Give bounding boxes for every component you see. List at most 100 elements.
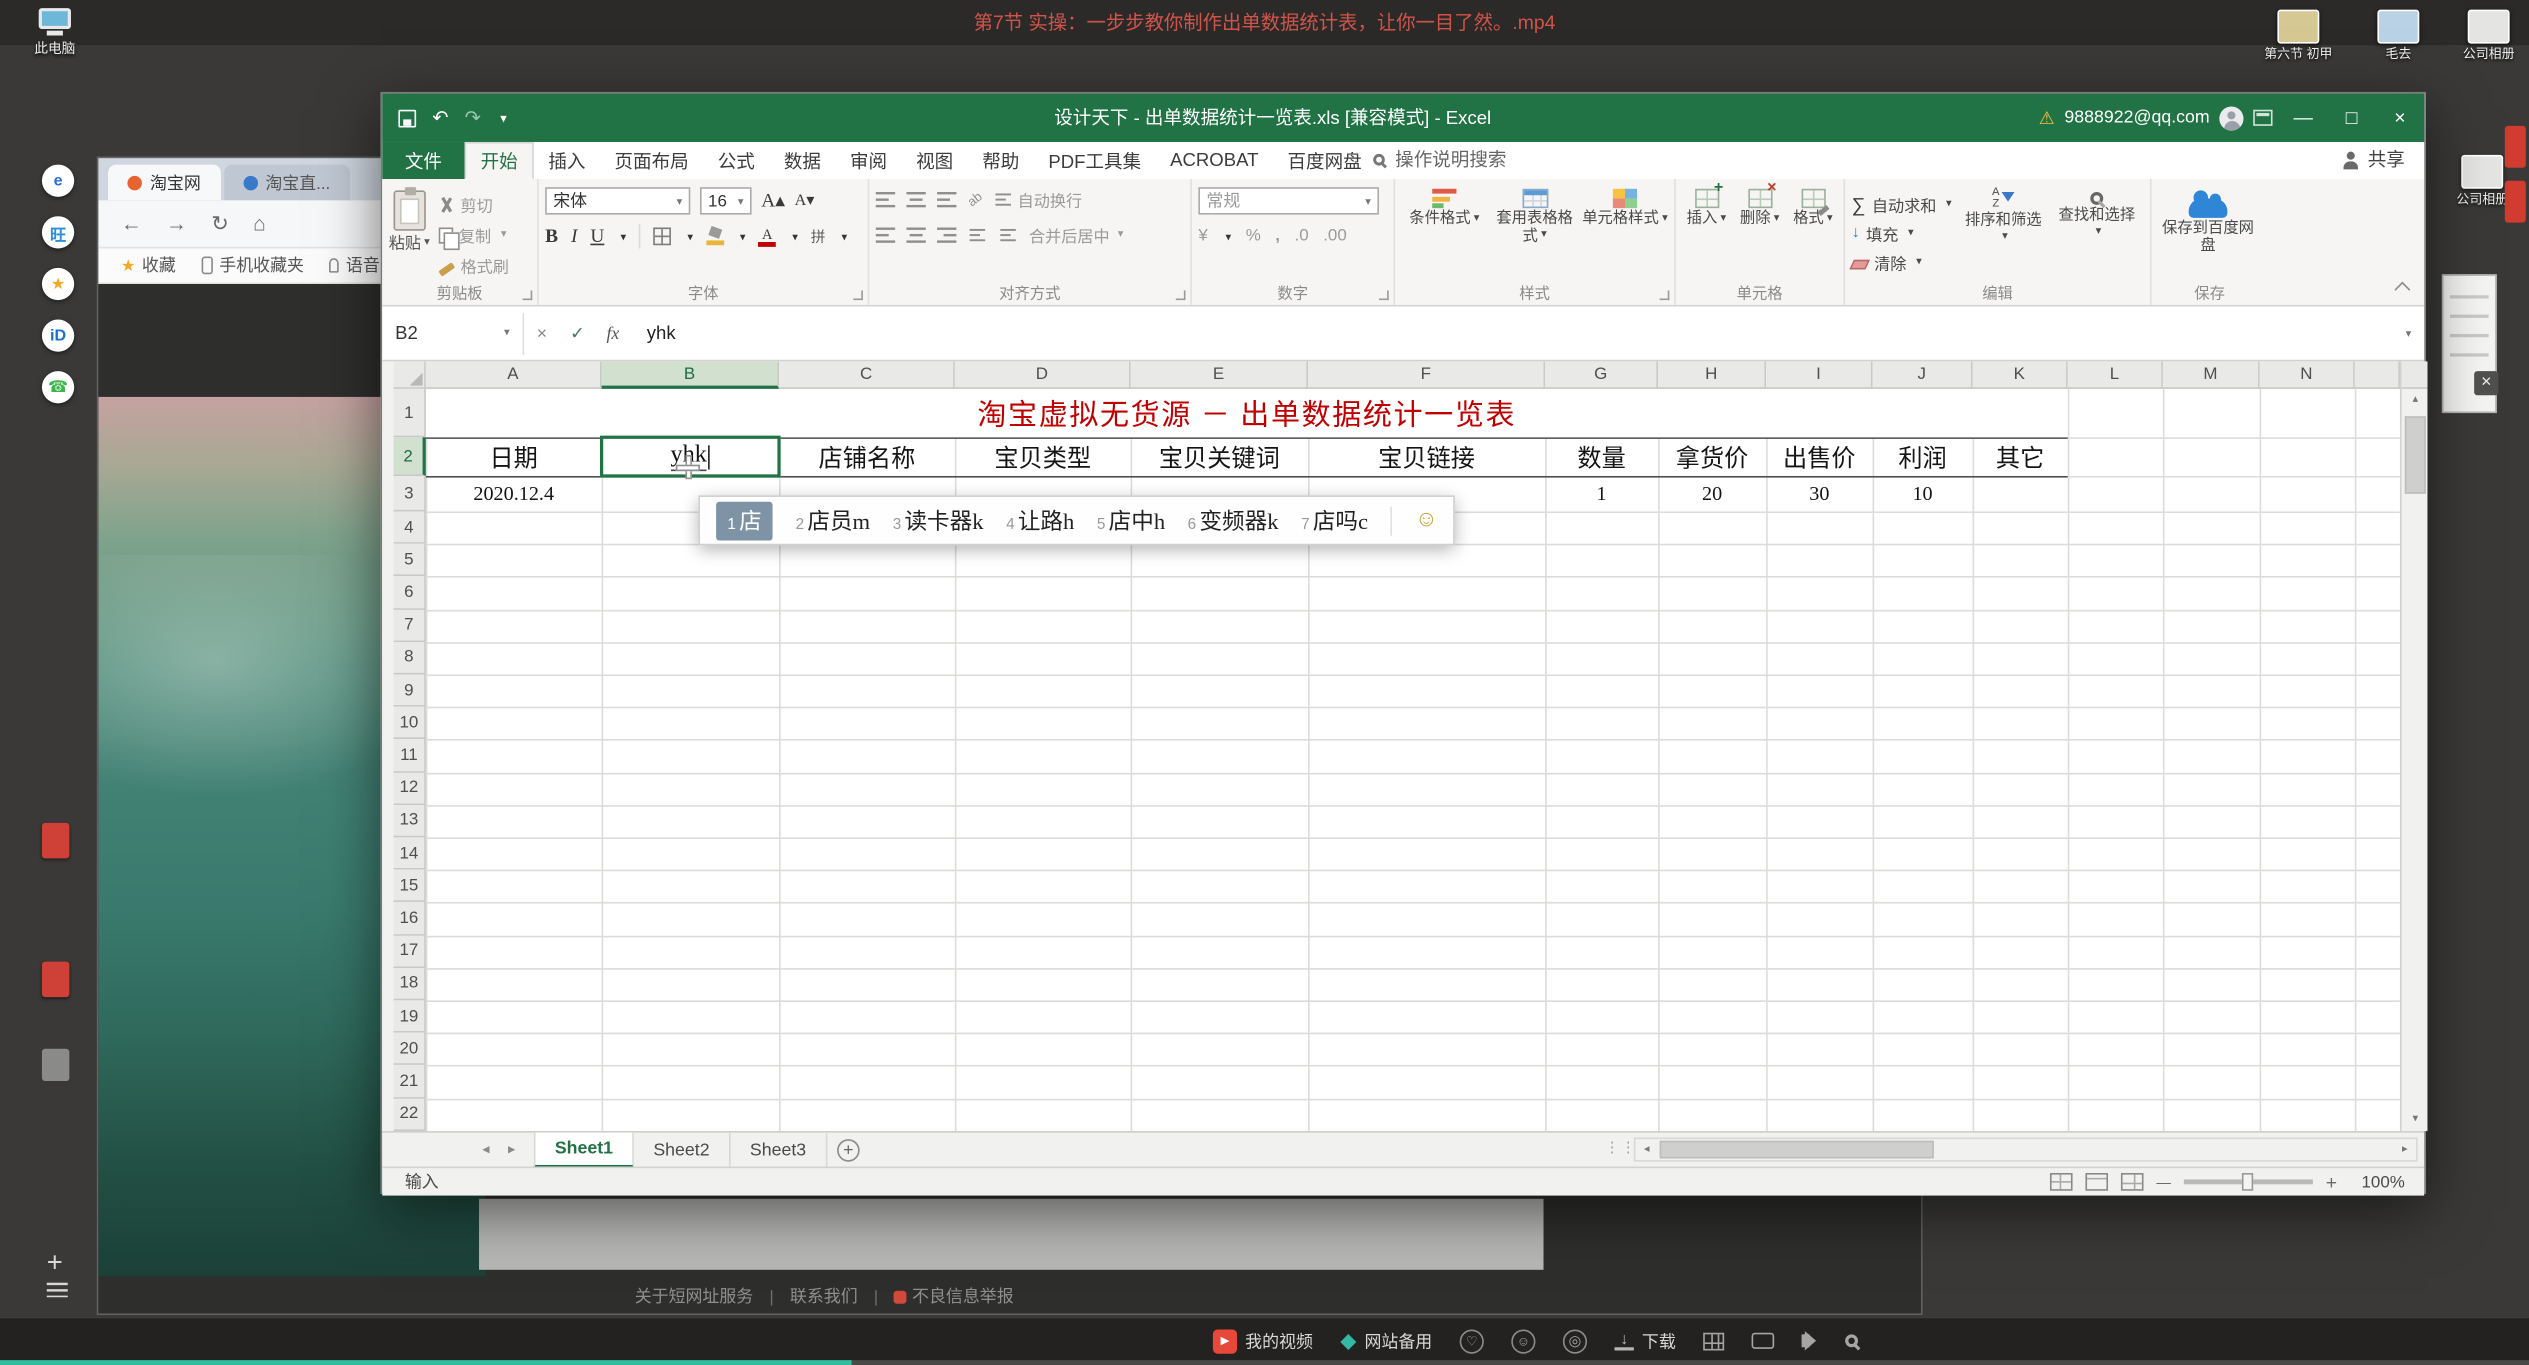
vertical-scroll-thumb[interactable] [2405,416,2426,493]
desktop-icon-0[interactable]: 第六节 初甲 [2255,10,2342,62]
qat-customize-icon[interactable] [497,106,507,129]
font-color-icon[interactable]: A [758,227,776,246]
tab-splitter-icon[interactable] [1605,1139,1637,1157]
share-button[interactable]: 共享 [2342,147,2405,173]
dialog-launcher-icon[interactable] [853,290,863,300]
desktop-icon-this-pc[interactable]: 此电脑 [19,8,90,58]
conditional-formatting-button[interactable]: 条件格式 [1402,187,1488,284]
bookmark-item[interactable]: 手机收藏夹 [202,253,304,277]
fill-color-icon[interactable] [706,228,724,246]
sheet-tab-Sheet2[interactable]: Sheet2 [634,1133,731,1168]
ime-candidate-2[interactable]: 2店员m [796,504,870,536]
browser-tab-taobao-live[interactable]: 淘宝直... [223,165,349,200]
sort-filter-button[interactable]: 排序和筛选 [1961,187,2045,284]
ime-candidate-1[interactable]: 1店 [716,501,773,540]
format-as-table-button[interactable]: 套用表格格式 [1490,187,1579,284]
ime-candidate-5[interactable]: 5店中h [1097,504,1165,536]
column-header-K[interactable]: K [1973,361,2068,388]
font-color-dropdown-icon[interactable] [789,225,798,248]
phonetic-guide-icon[interactable]: 拼 [811,226,826,247]
red-app-icon[interactable] [42,962,69,997]
undo-icon[interactable]: ↶ [432,106,448,129]
zoom-in-icon[interactable] [2326,1171,2337,1194]
ribbon-tab-视图[interactable]: 视图 [902,142,968,179]
column-header-M[interactable]: M [2163,361,2260,388]
accounting-format-icon[interactable]: ¥ [1198,226,1207,245]
ribbon-tab-ACROBAT[interactable]: ACROBAT [1156,142,1273,179]
desktop-icon-2[interactable]: 公司相册 [2445,10,2529,62]
borders-icon[interactable] [654,228,672,246]
column-header-N[interactable]: N [2260,361,2355,388]
align-left-icon[interactable] [876,226,895,244]
zoom-out-icon[interactable] [2156,1172,2171,1191]
normal-view-icon[interactable] [2050,1173,2073,1191]
insert-function-icon[interactable]: fx [595,324,630,343]
column-header-A[interactable]: A [426,361,602,388]
menu-icon[interactable] [47,1283,68,1298]
red-badge-icon[interactable] [2505,126,2526,168]
player-grid-button[interactable] [1703,1332,1724,1350]
header-cell-E2[interactable]: 宝贝关键词 [1131,437,1308,476]
cut-button[interactable]: 剪切 [438,192,509,216]
wangwang-icon[interactable]: 旺 [42,216,74,248]
forward-icon[interactable]: → [166,211,187,235]
footer-link[interactable]: 联系我们 [790,1284,858,1308]
browser-tab-taobao[interactable]: 淘宝网 [108,165,220,200]
excel-titlebar[interactable]: ↶ ↷ 设计天下 - 出单数据统计一览表.xls [兼容模式] - Excel … [382,94,2424,142]
formula-expand-icon[interactable] [2402,322,2411,345]
accounting-dropdown-icon[interactable] [1222,224,1231,247]
ribbon-tab-公式[interactable]: 公式 [703,142,769,179]
header-cell-C2[interactable]: 店铺名称 [779,437,955,476]
video-progress-track[interactable] [0,1360,2529,1365]
fill-color-dropdown-icon[interactable] [737,225,746,248]
ribbon-tab-页面布局[interactable]: 页面布局 [600,142,703,179]
sheet-tab-Sheet1[interactable]: Sheet1 [534,1133,634,1168]
scroll-down-icon[interactable] [2402,1108,2428,1131]
redo-icon[interactable]: ↷ [465,106,481,129]
player-play-button[interactable]: 我的视频 [1213,1329,1313,1353]
phonetic-dropdown-icon[interactable] [838,225,847,248]
collapse-ribbon-icon[interactable] [2394,282,2410,298]
scroll-right-icon[interactable] [2394,1139,2417,1160]
column-header-E[interactable]: E [1131,361,1308,388]
ribbon-tab-开始[interactable]: 开始 [465,142,534,179]
insert-cells-button[interactable]: 插入 [1682,187,1730,284]
row-header-2[interactable]: 2 [394,437,426,476]
clear-button[interactable]: 清除 [1852,250,1952,274]
top-align-icon[interactable] [876,190,895,208]
row-header-21[interactable]: 21 [394,1066,426,1099]
zoom-thumb[interactable] [2242,1173,2253,1191]
number-format-select[interactable]: 常规 [1198,187,1379,214]
find-select-button[interactable]: 查找和选择 [2055,187,2139,284]
horizontal-scroll-thumb[interactable] [1660,1141,1934,1159]
sheet-title-cell[interactable]: 淘宝虚拟无货源 － 出单数据统计一览表 [426,389,2068,437]
maximize-button[interactable]: □ [2327,94,2375,142]
column-header-J[interactable]: J [1873,361,1973,388]
sheet-grid[interactable]: ABCDEFGHIJKLMN 1234567891011121314151617… [382,361,2427,1131]
page-layout-view-icon[interactable] [2085,1173,2108,1191]
row-header-11[interactable]: 11 [394,740,426,773]
grow-font-icon[interactable]: A▴ [761,189,785,213]
ime-candidate-4[interactable]: 4让路h [1006,504,1074,536]
red-app-icon[interactable] [42,823,69,858]
row-header-8[interactable]: 8 [394,642,426,675]
floating-close-icon[interactable] [2474,371,2498,395]
sheet-nav-right-icon[interactable] [508,1141,515,1159]
add-icon[interactable] [47,1247,63,1279]
font-name-select[interactable]: 宋体 [545,187,690,214]
gray-app-icon[interactable] [42,1049,69,1081]
header-cell-G2[interactable]: 数量 [1545,437,1658,476]
row-header-3[interactable]: 3 [394,476,426,511]
header-cell-F2[interactable]: 宝贝链接 [1308,437,1545,476]
name-box[interactable]: B2 [382,312,524,354]
delete-cells-button[interactable]: 删除 [1735,187,1783,284]
sheet-nav-left-icon[interactable] [482,1141,489,1159]
header-cell-K2[interactable]: 其它 [1973,437,2068,476]
fill-button[interactable]: ↓ 填充 [1852,221,1952,245]
ime-candidate-3[interactable]: 3读卡器k [893,504,984,536]
save-to-baidu-button[interactable]: 保存到百度网盘 [2158,187,2258,255]
cell-A3[interactable]: 2020.12.4 [426,476,602,511]
row-header-17[interactable]: 17 [394,935,426,968]
row-header-22[interactable]: 22 [394,1098,426,1131]
bold-icon[interactable]: B [545,224,558,248]
